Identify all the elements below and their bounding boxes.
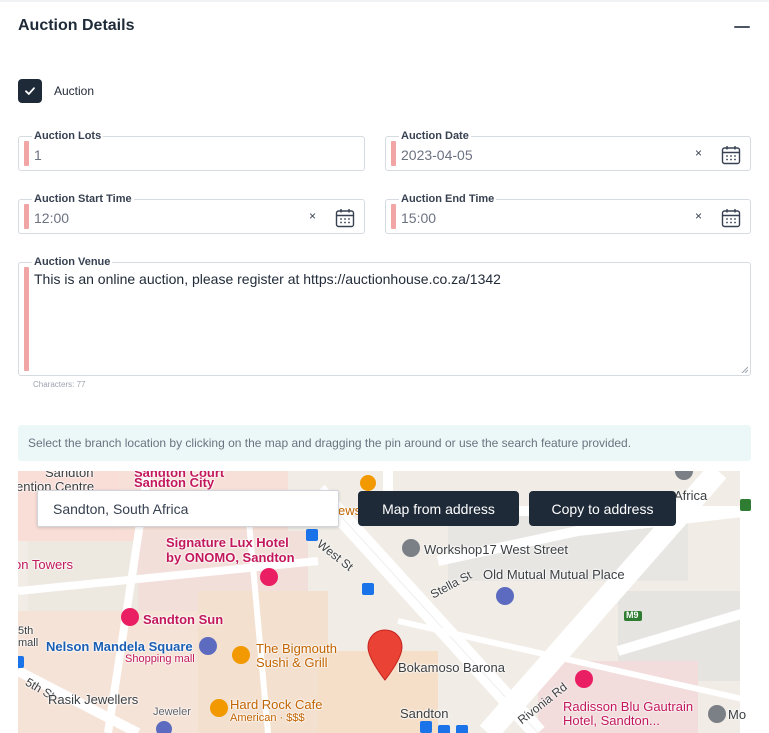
section-title: Auction Details [18, 17, 135, 34]
map-label-signature-lux-2: by ONOMO, Sandton [166, 550, 295, 565]
map-label-africa: Africa [674, 488, 708, 503]
auction-checkbox-row[interactable]: Auction [18, 79, 94, 103]
map-label-mall: mall [18, 637, 39, 649]
copy-to-address-button[interactable]: Copy to address [529, 491, 676, 526]
map-label-bigmouth-2: Sushi & Grill [256, 655, 328, 670]
clear-start-time-icon[interactable]: × [309, 209, 316, 223]
auction-lots-label: Auction Lots [32, 130, 104, 142]
map-label-radisson-1: Radisson Blu Gautrain [563, 699, 694, 714]
calendar-icon[interactable] [721, 208, 741, 228]
map-label-signature-lux-1: Signature Lux Hotel [166, 535, 289, 550]
map-label-bokamoso: Bokamoso Barona [398, 660, 505, 675]
auction-start-time-value[interactable]: 12:00 [34, 210, 69, 226]
auction-end-time-value[interactable]: 15:00 [401, 210, 436, 226]
calendar-icon[interactable] [721, 145, 741, 165]
map-from-address-button[interactable]: Map from address [358, 491, 519, 526]
auction-lots-value[interactable]: 1 [34, 147, 42, 163]
auction-checkbox-label: Auction [54, 84, 95, 98]
auction-venue-value[interactable]: This is an online auction, please regist… [34, 271, 501, 287]
map-label-workshop17: Workshop17 West Street [424, 542, 569, 557]
top-divider [0, 0, 769, 2]
map-label-sandton-sun: Sandton Sun [143, 612, 224, 627]
map-pin-icon[interactable] [367, 629, 403, 681]
checkmark-icon [25, 87, 35, 95]
map-label-nelson-mandela: Nelson Mandela Square [46, 639, 193, 654]
required-flag [24, 204, 29, 229]
map-label-rasik: Rasik Jewellers [48, 692, 139, 707]
section-header[interactable]: Auction Details [18, 14, 751, 38]
required-flag [391, 204, 396, 229]
required-flag [24, 267, 29, 371]
character-count: Characters: 77 [33, 380, 86, 389]
clear-date-icon[interactable]: × [695, 146, 702, 160]
map-label-sandton-bottom: Sandton [400, 706, 449, 721]
auction-date-value[interactable]: 2023-04-05 [401, 147, 473, 163]
map-label-jeweler: Jeweler [153, 706, 191, 718]
auction-checkbox[interactable] [18, 79, 42, 103]
map-label-hard-rock: Hard Rock Cafe [230, 697, 323, 712]
auction-lots-field[interactable]: Auction Lots 1 [18, 130, 365, 171]
required-flag [24, 141, 29, 166]
map-label-on-towers: on Towers [18, 557, 74, 572]
map-label-old-mutual: Old Mutual Mutual Place [483, 567, 625, 582]
location-map[interactable]: Sandton ention Centre Sandton Court Sand… [18, 471, 751, 733]
map-label-fifth-top: 5th [18, 625, 34, 637]
map-label-m9: M9 [626, 610, 639, 620]
map-label-bigmouth-1: The Bigmouth [256, 641, 337, 656]
collapse-icon[interactable] [733, 17, 751, 35]
auction-date-label: Auction Date [399, 130, 471, 142]
map-label-mo: Mo [728, 707, 747, 722]
auction-end-time-label: Auction End Time [399, 193, 497, 205]
auction-end-time-field[interactable]: Auction End Time 15:00 × [385, 193, 751, 234]
auction-start-time-label: Auction Start Time [32, 193, 134, 205]
resize-handle-icon[interactable] [741, 366, 748, 373]
map-label-sandton-city: Sandton City [134, 475, 215, 490]
map-label-radisson-2: Hotel, Sandton... [563, 713, 660, 728]
map-label-shopping-mall: Shopping mall [125, 653, 195, 665]
map-instructions: Select the branch location by clicking o… [18, 425, 751, 461]
auction-start-time-field[interactable]: Auction Start Time 12:00 × [18, 193, 365, 234]
map-label-american: American · $$$ [230, 712, 305, 724]
required-flag [391, 141, 396, 166]
auction-date-field[interactable]: Auction Date 2023-04-05 × [385, 130, 751, 171]
calendar-icon[interactable] [335, 208, 355, 228]
auction-venue-label: Auction Venue [32, 256, 113, 268]
auction-venue-textarea[interactable]: Auction Venue This is an online auction,… [18, 256, 751, 376]
map-search-input[interactable] [37, 490, 339, 527]
clear-end-time-icon[interactable]: × [695, 209, 702, 223]
